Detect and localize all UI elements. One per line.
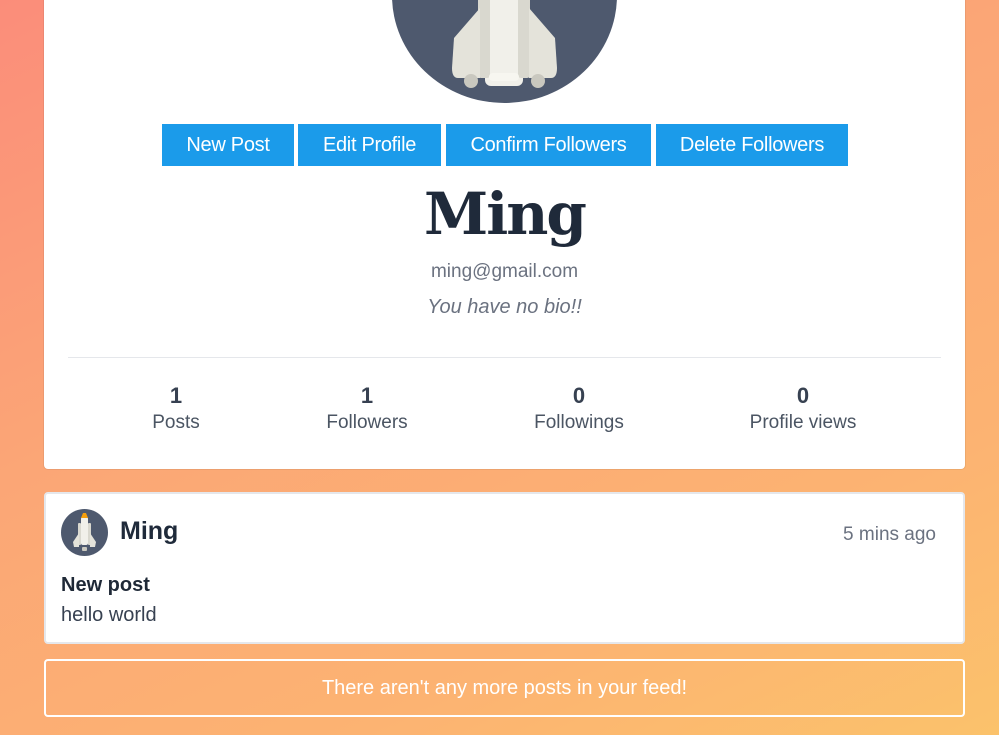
stat-profile-views-value: 0 xyxy=(796,383,810,408)
profile-email: ming@gmail.com xyxy=(430,261,579,282)
stat-posts-value: 1 xyxy=(169,383,183,408)
divider xyxy=(68,357,941,358)
profile-name: Ming xyxy=(424,180,587,248)
stat-posts-label: Posts xyxy=(152,412,200,433)
stat-followings-label: Followings xyxy=(534,412,624,433)
confirm-followers-button[interactable]: Confirm Followers xyxy=(446,124,651,166)
stat-followings-value: 0 xyxy=(572,383,586,408)
profile-actions: New Post Edit Profile Confirm Followers … xyxy=(162,124,848,166)
post-author-name[interactable]: Ming xyxy=(120,517,178,546)
delete-followers-button[interactable]: Delete Followers xyxy=(656,124,848,166)
post-author-avatar[interactable] xyxy=(61,509,108,556)
post-card[interactable]: Ming 5 mins ago New post hello world xyxy=(44,492,965,644)
profile-avatar xyxy=(392,0,617,103)
profile-bio: You have no bio!! xyxy=(427,296,582,318)
stat-posts: 1 Posts xyxy=(126,382,226,436)
feed-end-notice: There aren't any more posts in your feed… xyxy=(44,659,965,717)
new-post-button[interactable]: New Post xyxy=(162,124,294,166)
stat-profile-views-label: Profile views xyxy=(749,412,857,433)
post-timestamp: 5 mins ago xyxy=(843,524,936,545)
post-body: hello world xyxy=(61,604,157,626)
space-shuttle-icon xyxy=(73,513,96,551)
stat-followers-label: Followers xyxy=(326,412,408,433)
profile-card: New Post Edit Profile Confirm Followers … xyxy=(44,0,965,469)
stat-followings: 0 Followings xyxy=(518,382,640,436)
stat-followers: 1 Followers xyxy=(312,382,422,436)
post-title: New post xyxy=(61,574,150,596)
stat-profile-views: 0 Profile views xyxy=(728,382,878,436)
edit-profile-button[interactable]: Edit Profile xyxy=(298,124,441,166)
space-shuttle-icon xyxy=(452,0,557,88)
stat-followers-value: 1 xyxy=(360,383,374,408)
